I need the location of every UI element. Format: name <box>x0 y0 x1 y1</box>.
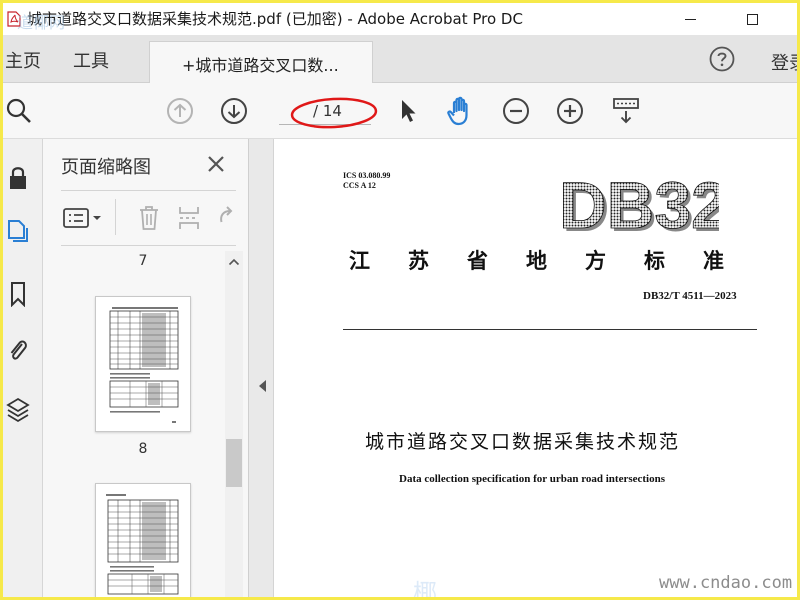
title-bar: 城市道路交叉口数据采集技术规范.pdf (已加密) - Adobe Acroba… <box>3 3 797 35</box>
thumbnail-page-label: 7 <box>138 253 148 269</box>
thumbnails-panel: 页面缩略图 7 8 <box>43 139 249 597</box>
paperclip-icon <box>10 340 27 360</box>
document-title-english: Data collection specification for urban … <box>399 473 666 485</box>
tab-home[interactable]: 主页 <box>5 47 41 73</box>
panel-divider <box>61 190 236 191</box>
layers-icon <box>6 397 30 423</box>
delete-page-button[interactable] <box>135 203 163 233</box>
next-page-icon <box>221 98 247 124</box>
chevron-up-icon <box>228 258 240 266</box>
document-title-chinese: 城市道路交叉口数据采集技术规范 <box>365 431 681 453</box>
login-button[interactable]: 登录 <box>771 49 797 75</box>
security-button[interactable] <box>3 161 33 195</box>
select-tool-button[interactable] <box>395 95 421 127</box>
zoom-out-button[interactable] <box>501 96 531 126</box>
page-display-button[interactable] <box>609 95 643 127</box>
attachments-button[interactable] <box>3 333 33 367</box>
window-title: 城市道路交叉口数据采集技术规范.pdf (已加密) - Adobe Acroba… <box>27 10 523 28</box>
panel-divider <box>61 245 236 246</box>
logo-text: DB32 <box>559 168 719 237</box>
rotate-page-button[interactable] <box>213 203 239 233</box>
tab-document-label: +城市道路交叉口数... <box>182 56 339 75</box>
next-page-button[interactable] <box>219 96 249 126</box>
bookmarks-button[interactable] <box>3 277 33 311</box>
rotate-icon <box>220 206 233 223</box>
page-display-icon <box>613 98 639 124</box>
thumbnails-panel-title: 页面缩略图 <box>61 157 151 178</box>
app-window: 城市道路交叉口数据采集技术规范.pdf (已加密) - Adobe Acroba… <box>3 3 797 597</box>
province-standard-title: 江苏省地方标准 <box>349 248 762 273</box>
layers-button[interactable] <box>3 393 33 427</box>
extract-page-button[interactable] <box>175 203 203 233</box>
thumbnail-options-button[interactable] <box>61 203 105 233</box>
lock-icon <box>10 167 26 189</box>
prev-page-icon <box>167 98 193 124</box>
header-rule <box>343 329 757 330</box>
maximize-icon <box>746 13 758 25</box>
help-icon[interactable] <box>709 46 735 72</box>
panel-collapse-strip <box>249 139 273 597</box>
site-watermark-top: 道椰网 <box>17 13 66 32</box>
close-icon[interactable] <box>205 153 227 175</box>
page-thumbnails-button[interactable] <box>3 215 33 249</box>
red-circle-annotation <box>290 97 378 129</box>
hand-tool-icon <box>447 96 468 126</box>
toolbar-separator <box>115 199 116 235</box>
thumbnail-page-label: 8 <box>138 441 148 457</box>
minimize-button[interactable] <box>667 3 713 35</box>
search-icon <box>6 98 31 123</box>
trash-icon <box>140 206 158 230</box>
site-watermark-bottom: www.cndao.com <box>659 573 793 593</box>
tab-bar: 主页 工具 +城市道路交叉口数... 登录 <box>3 35 797 83</box>
hand-tool-button[interactable] <box>445 93 477 129</box>
tab-document[interactable]: +城市道路交叉口数... <box>149 41 373 83</box>
zoom-out-icon <box>503 98 529 124</box>
previous-page-button[interactable] <box>165 96 195 126</box>
search-button[interactable] <box>3 95 35 127</box>
standard-number: DB32/T 4511—2023 <box>643 290 737 302</box>
page-thumbnail[interactable] <box>95 483 191 597</box>
thumbnails-scrollbar[interactable] <box>225 251 243 597</box>
options-menu-icon <box>63 208 101 228</box>
ics-code: ICS 03.080.99 <box>343 171 391 180</box>
ccs-code: CCS A 12 <box>343 181 376 190</box>
tab-tools[interactable]: 工具 <box>73 47 109 73</box>
page-thumbnails-icon <box>8 220 28 242</box>
scrollbar-thumb[interactable] <box>226 439 242 487</box>
page-thumbnail-preview <box>106 494 179 595</box>
navigation-rail <box>3 139 43 597</box>
collapse-panel-icon[interactable] <box>259 380 266 392</box>
zoom-in-icon <box>557 98 583 124</box>
bookmark-icon <box>11 282 25 307</box>
page-thumbnail-preview <box>109 307 179 423</box>
page-thumbnail[interactable] <box>95 296 191 432</box>
db32-logo: DB32 DB32 <box>559 168 719 237</box>
minimize-icon <box>684 18 696 20</box>
faint-watermark-glyph: 椰 <box>413 579 437 597</box>
scroll-up-button[interactable] <box>225 251 243 273</box>
maximize-button[interactable] <box>729 3 775 35</box>
zoom-in-button[interactable] <box>555 96 585 126</box>
select-cursor-icon <box>402 100 416 122</box>
extract-icon <box>179 207 199 229</box>
